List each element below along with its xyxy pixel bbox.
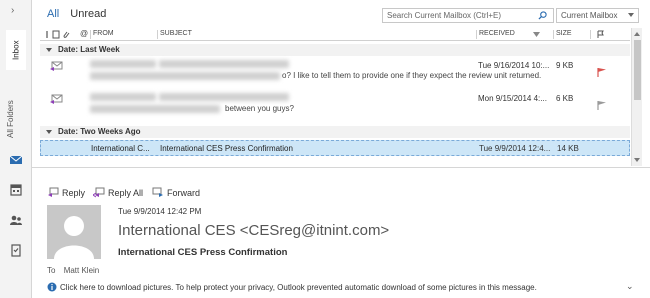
- download-pictures-infobar[interactable]: Click here to download pictures. To help…: [47, 282, 637, 292]
- group-label: Date: Two Weeks Ago: [58, 127, 141, 136]
- search-icon[interactable]: [538, 11, 547, 20]
- message-size: 9 KB: [556, 61, 574, 70]
- message-from: International C...: [91, 144, 150, 153]
- column-size[interactable]: SIZE: [556, 30, 572, 37]
- forward-icon: [152, 187, 163, 197]
- message-subject: International CES Press Confirmation: [160, 144, 293, 153]
- recipients-line: To Matt Klein: [47, 266, 99, 275]
- avatar: [47, 205, 101, 259]
- mention-column-icon[interactable]: @: [80, 29, 88, 38]
- message-received: Tue 9/9/2014 12:4...: [479, 144, 551, 153]
- reply-button[interactable]: Reply: [47, 187, 85, 198]
- message-list-header: @ FROM SUBJECT RECEIVED SIZE: [40, 28, 630, 41]
- collapse-group-icon[interactable]: [46, 130, 52, 134]
- scroll-down-icon[interactable]: [634, 158, 640, 162]
- column-subject[interactable]: SUBJECT: [160, 30, 192, 37]
- reply-label: Reply: [62, 188, 86, 198]
- search-scope-dropdown[interactable]: Current Mailbox: [556, 8, 639, 23]
- tasks-icon[interactable]: [9, 243, 23, 257]
- group-header-last-week[interactable]: Date: Last Week: [40, 44, 630, 56]
- chevron-down-icon[interactable]: ⌄: [626, 281, 634, 292]
- all-folders-tab[interactable]: All Folders: [6, 78, 15, 138]
- message-row[interactable]: between you guys? Mon 9/15/2014 4:... 6 …: [40, 90, 630, 124]
- reply-all-button[interactable]: Reply All: [92, 187, 144, 198]
- group-label: Date: Last Week: [58, 45, 120, 54]
- search-scope-value: Current Mailbox: [561, 11, 618, 20]
- message-received: Mon 9/15/2014 4:...: [478, 94, 547, 103]
- message-list-scrollbar[interactable]: [631, 28, 642, 166]
- inbox-folder-tab[interactable]: Inbox: [6, 30, 26, 70]
- message-received: Tue 9/16/2014 10:...: [478, 61, 550, 70]
- recipient-name[interactable]: Matt Klein: [64, 266, 100, 275]
- sender-address[interactable]: International CES <CESreg@itnint.com>: [118, 222, 389, 239]
- people-icon[interactable]: [9, 213, 23, 227]
- flag-icon[interactable]: [597, 100, 607, 110]
- navigation-pane: › Inbox All Folders: [0, 0, 32, 298]
- reply-all-icon: [92, 187, 105, 198]
- search-input[interactable]: Search Current Mailbox (Ctrl+E): [382, 8, 554, 23]
- message-size: 14 KB: [557, 144, 579, 153]
- message-row[interactable]: o? I like to tell them to provide one if…: [40, 57, 630, 91]
- expand-pane-button[interactable]: ›: [11, 5, 14, 16]
- message-size: 6 KB: [556, 94, 574, 103]
- info-icon: [47, 282, 57, 292]
- tab-all[interactable]: All: [47, 8, 59, 20]
- infobar-text: Click here to download pictures. To help…: [60, 283, 537, 292]
- chevron-down-icon: [628, 13, 634, 17]
- group-header-two-weeks-ago[interactable]: Date: Two Weeks Ago: [40, 126, 630, 138]
- person-placeholder-icon: [47, 205, 101, 259]
- mail-icon[interactable]: [9, 153, 23, 167]
- message-preview: between you guys?: [225, 104, 294, 113]
- flag-column-icon[interactable]: [596, 30, 605, 39]
- reply-envelope-icon: [50, 94, 63, 104]
- tab-unread[interactable]: Unread: [70, 8, 106, 20]
- message-preview: o? I like to tell them to provide one if…: [282, 71, 542, 80]
- calendar-icon[interactable]: [9, 183, 23, 197]
- scroll-thumb[interactable]: [634, 40, 641, 100]
- flag-icon[interactable]: [597, 67, 607, 77]
- to-label: To: [47, 266, 56, 275]
- pane-divider[interactable]: [32, 167, 650, 168]
- forward-label: Forward: [167, 188, 201, 198]
- message-subject-heading: International CES Press Confirmation: [118, 247, 288, 258]
- message-row-selected[interactable]: International C... International CES Pre…: [40, 140, 630, 156]
- icon-column-icon[interactable]: [52, 30, 60, 39]
- reply-envelope-icon: [50, 61, 63, 71]
- message-filter-tabs: All Unread: [47, 8, 114, 20]
- importance-column-icon[interactable]: [43, 30, 51, 39]
- scroll-up-icon[interactable]: [634, 32, 640, 36]
- collapse-group-icon[interactable]: [46, 48, 52, 52]
- reply-all-label: Reply All: [108, 188, 144, 198]
- sort-descending-icon: [533, 32, 540, 37]
- attachment-column-icon[interactable]: [62, 30, 70, 39]
- column-received[interactable]: RECEIVED: [479, 30, 515, 37]
- column-from[interactable]: FROM: [93, 30, 114, 37]
- forward-button[interactable]: Forward: [152, 187, 200, 198]
- search-placeholder: Search Current Mailbox (Ctrl+E): [387, 11, 502, 20]
- message-date: Tue 9/9/2014 12:42 PM: [118, 207, 202, 216]
- reply-icon: [48, 187, 59, 197]
